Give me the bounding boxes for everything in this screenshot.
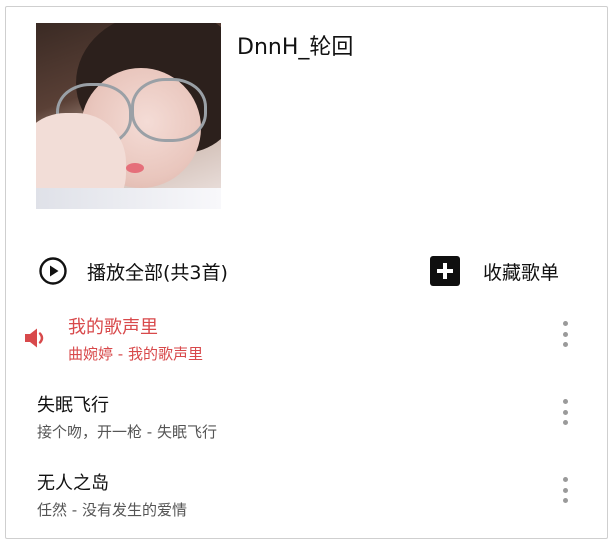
- speaker-playing-icon: [25, 328, 44, 348]
- more-options-icon[interactable]: [561, 321, 569, 347]
- song-subtitle: 曲婉婷 - 我的歌声里: [68, 345, 203, 363]
- playlist-title: DnnH_轮回: [237, 35, 354, 60]
- song-title: 无人之岛: [37, 473, 109, 494]
- play-all-label: 播放全部(共3首): [87, 261, 228, 284]
- song-item[interactable]: 失眠飞行 接个吻，开一枪 - 失眠飞行: [6, 391, 609, 459]
- more-options-icon[interactable]: [561, 477, 569, 503]
- song-item[interactable]: 无人之岛 任然 - 没有发生的爱情: [6, 469, 609, 537]
- song-title: 我的歌声里: [68, 317, 158, 338]
- song-title: 失眠飞行: [37, 395, 109, 416]
- cover-shirt: [36, 188, 221, 209]
- song-item[interactable]: 我的歌声里 曲婉婷 - 我的歌声里: [6, 313, 609, 381]
- more-options-icon[interactable]: [561, 399, 569, 425]
- play-all-button[interactable]: 播放全部(共3首): [39, 256, 228, 286]
- plus-square-icon: [430, 256, 460, 286]
- song-subtitle: 任然 - 没有发生的爱情: [37, 501, 187, 519]
- song-subtitle: 接个吻，开一枪 - 失眠飞行: [37, 423, 217, 441]
- album-cover[interactable]: [36, 23, 221, 209]
- collect-playlist-button[interactable]: 收藏歌单: [430, 256, 559, 286]
- play-circle-icon: [39, 257, 67, 285]
- collect-label: 收藏歌单: [483, 261, 560, 284]
- cover-lips: [126, 163, 144, 173]
- playlist-panel: DnnH_轮回 播放全部(共3首) 收藏歌单 我的歌声里 曲婉婷 - 我的歌声里…: [5, 6, 608, 539]
- cover-glasses-right: [131, 78, 207, 142]
